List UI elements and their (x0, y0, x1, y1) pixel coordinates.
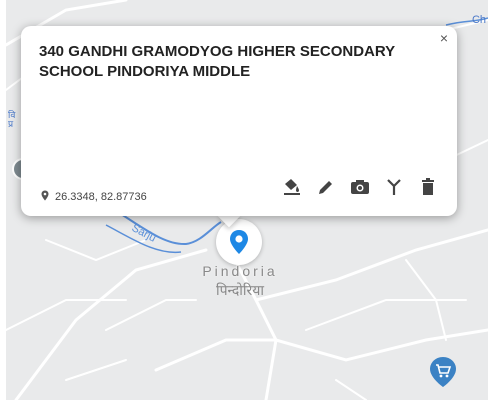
close-icon[interactable]: × (440, 30, 448, 46)
merge-icon[interactable] (383, 176, 405, 198)
popup-title: 340 GANDHI GRAMODYOG HIGHER SECONDARY SC… (39, 43, 395, 80)
location-info-popup: 340 GANDHI GRAMODYOG HIGHER SECONDARY SC… (21, 26, 457, 216)
selected-location-marker[interactable] (216, 219, 262, 265)
trash-icon[interactable] (417, 176, 439, 198)
edge-place-label: Ch (471, 14, 486, 26)
side-poi-label: वि प्र (8, 111, 16, 130)
place-name-hindi: पिन्दोरिया (215, 283, 265, 299)
camera-icon[interactable] (349, 176, 371, 198)
coordinates-row: 26.3348, 82.87736 (41, 190, 147, 204)
paint-bucket-icon[interactable] (281, 176, 303, 198)
popup-toolbar (281, 176, 439, 198)
coordinates-text: 26.3348, 82.87736 (55, 191, 147, 203)
pencil-icon[interactable] (315, 176, 337, 198)
shopping-cart-pin-icon (430, 357, 456, 387)
location-pin-icon (230, 230, 248, 254)
place-name-english: Pindoria (202, 263, 278, 279)
shop-marker[interactable] (426, 355, 460, 389)
small-pin-icon (41, 190, 49, 204)
